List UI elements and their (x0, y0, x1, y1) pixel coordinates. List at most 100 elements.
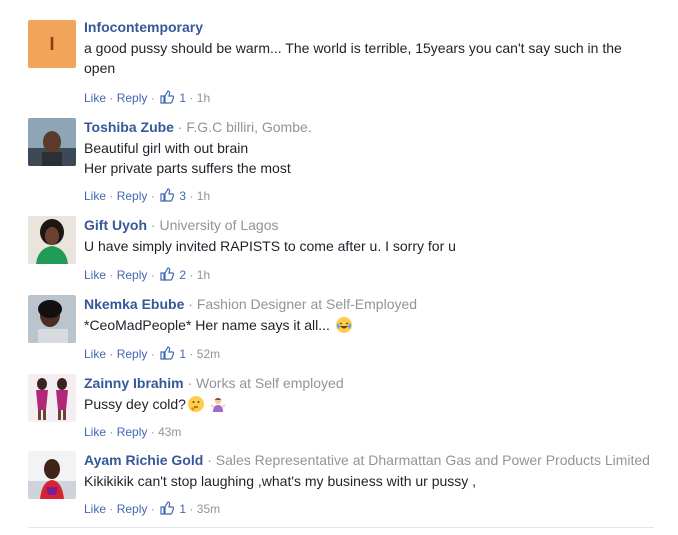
separator: · (189, 268, 194, 282)
separator: · (189, 347, 194, 361)
comment-line: U have simply invited RAPISTS to come af… (84, 238, 456, 254)
like-button[interactable]: Like (84, 502, 106, 516)
comment-body: Zainny Ibrahim · Works at Self employed … (84, 374, 654, 439)
comment-actions: Like · Reply · 1 · 52m (84, 346, 220, 364)
separator: · (177, 119, 183, 135)
comment-line: Kikikikik can't stop laughing ,what's my… (84, 473, 477, 489)
comment-time[interactable]: 1h (197, 189, 210, 203)
author-affiliation: F.G.C billiri, Gombe. (186, 119, 312, 135)
like-count[interactable]: 1 (179, 347, 186, 361)
separator: · (109, 347, 114, 361)
comment-body: Nkemka Ebube · Fashion Designer at Self-… (84, 295, 654, 361)
like-count[interactable]: 3 (179, 189, 186, 203)
separator: · (150, 91, 155, 105)
comment-body: Gift Uyoh · University of Lagos U have s… (84, 216, 654, 282)
author-affiliation: University of Lagos (159, 217, 279, 233)
thumbs-up-icon[interactable] (160, 346, 175, 364)
separator: · (109, 425, 114, 439)
like-count[interactable]: 1 (179, 502, 186, 516)
reply-button[interactable]: Reply (117, 347, 148, 361)
separator: · (189, 502, 194, 516)
avatar[interactable] (28, 118, 76, 166)
comment-body: Infocontemporary a good pussy should be … (84, 18, 654, 105)
avatar-letter: I (49, 34, 55, 54)
reply-button[interactable]: Reply (117, 502, 148, 516)
separator: · (150, 268, 155, 282)
comment-time[interactable]: 52m (197, 347, 220, 361)
author-name[interactable]: Gift Uyoh (84, 217, 147, 233)
like-button[interactable]: Like (84, 189, 106, 203)
separator: · (150, 189, 155, 203)
like-button[interactable]: Like (84, 425, 106, 439)
separator: · (109, 502, 114, 516)
author-name[interactable]: Nkemka Ebube (84, 296, 184, 312)
separator: · (150, 347, 155, 361)
comment-time[interactable]: 1h (197, 91, 210, 105)
comment-header: Ayam Richie Gold · Sales Representative … (84, 451, 654, 469)
separator: · (150, 502, 155, 516)
comment-body: Ayam Richie Gold · Sales Representative … (84, 451, 654, 516)
reply-button[interactable]: Reply (117, 268, 148, 282)
comment-text: Pussy dey cold? (84, 394, 654, 414)
like-count[interactable]: 2 (179, 268, 186, 282)
like-count[interactable]: 1 (179, 91, 186, 105)
avatar[interactable] (28, 374, 76, 422)
separator: · (187, 375, 193, 391)
author-name[interactable]: Infocontemporary (84, 19, 203, 35)
comment-time[interactable]: 43m (158, 425, 181, 439)
laughing-tears-emoji (335, 317, 352, 333)
author-affiliation: Sales Representative at Dharmattan Gas a… (215, 452, 650, 468)
avatar[interactable]: I (28, 20, 76, 68)
comment-header: Infocontemporary (84, 18, 654, 36)
separator: · (188, 296, 193, 312)
comment-line-text: Pussy dey cold? (84, 396, 186, 412)
comment-line: Beautiful girl with out brain (84, 140, 249, 156)
thumbs-up-icon[interactable] (160, 267, 175, 285)
reply-button[interactable]: Reply (117, 189, 148, 203)
separator: · (109, 268, 114, 282)
separator: · (189, 189, 194, 203)
comment-text: Kikikikik can't stop laughing ,what's my… (84, 471, 654, 491)
comment-header: Toshiba Zube · F.G.C billiri, Gombe. (84, 118, 654, 136)
separator: · (109, 189, 114, 203)
author-affiliation: Fashion Designer at Self-Employed (196, 296, 418, 312)
reply-button[interactable]: Reply (117, 425, 148, 439)
avatar[interactable] (28, 451, 76, 499)
separator: · (150, 217, 156, 233)
comment-line-text: *CeoMadPeople* Her name says it all... (84, 317, 330, 333)
comment-time[interactable]: 35m (197, 502, 220, 516)
comment-line: a good pussy should be warm... The world… (84, 40, 622, 56)
separator: · (207, 452, 212, 468)
comment-header: Zainny Ibrahim · Works at Self employed (84, 374, 654, 392)
author-name[interactable]: Toshiba Zube (84, 119, 174, 135)
like-button[interactable]: Like (84, 91, 106, 105)
comment-line: Her private parts suffers the most (84, 160, 291, 176)
reply-button[interactable]: Reply (117, 91, 148, 105)
comment-text: Beautiful girl with out brain Her privat… (84, 138, 654, 178)
author-affiliation: Works at Self employed (196, 375, 344, 391)
comment-header: Nkemka Ebube · Fashion Designer at Self-… (84, 295, 654, 313)
comment-header: Gift Uyoh · University of Lagos (84, 216, 654, 234)
avatar[interactable] (28, 295, 76, 343)
comment-text: U have simply invited RAPISTS to come af… (84, 236, 654, 256)
comment-actions: Like · Reply · 2 · 1h (84, 267, 210, 285)
author-name[interactable]: Zainny Ibrahim (84, 375, 184, 391)
like-button[interactable]: Like (84, 347, 106, 361)
separator: · (109, 91, 114, 105)
thumbs-up-icon[interactable] (160, 90, 175, 108)
comment-actions: Like · Reply · 1 · 1h (84, 90, 210, 108)
avatar[interactable] (28, 216, 76, 264)
comment-body: Toshiba Zube · F.G.C billiri, Gombe. Bea… (84, 118, 654, 203)
comment-actions: Like · Reply · 43m (84, 424, 181, 440)
comment-list: I Infocontemporary a good pussy should b… (0, 0, 678, 535)
thumbs-up-icon[interactable] (160, 188, 175, 206)
thumbs-up-icon[interactable] (160, 501, 175, 519)
person-shrugging-emoji (210, 396, 226, 412)
like-button[interactable]: Like (84, 268, 106, 282)
author-name[interactable]: Ayam Richie Gold (84, 452, 203, 468)
comment-actions: Like · Reply · 3 · 1h (84, 188, 210, 206)
thinking-face-emoji (187, 396, 204, 412)
comment-time[interactable]: 1h (197, 268, 210, 282)
comment-line: *CeoMadPeople* Her name says it all... (84, 315, 654, 335)
comment-actions: Like · Reply · 1 · 35m (84, 501, 220, 519)
